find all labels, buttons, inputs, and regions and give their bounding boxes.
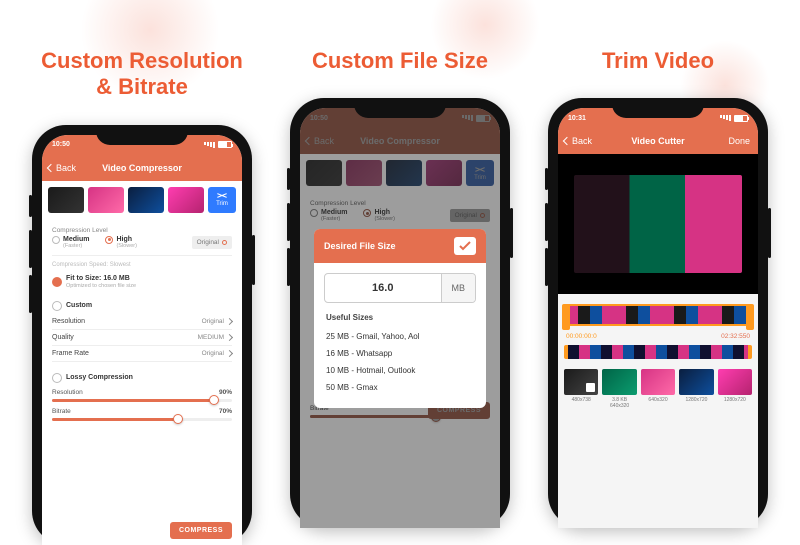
scissors-icon [217, 192, 227, 200]
slider-resolution-label: Resolution [52, 389, 83, 396]
clip-caption: 640x320 [641, 397, 675, 403]
useful-sizes-label: Useful Sizes [326, 313, 474, 322]
compress-button[interactable]: COMPRESS [170, 522, 232, 539]
thumb-3[interactable] [128, 187, 164, 213]
trim-handle-left[interactable] [562, 304, 570, 330]
file-size-input[interactable]: 16.0 MB [324, 273, 476, 303]
nav-bar: Back Video Cutter Done [558, 128, 758, 154]
clip-card[interactable]: 640x320 [641, 369, 675, 409]
preview-frame [574, 175, 742, 273]
useful-size-item[interactable]: 50 MB - Gmax [326, 379, 474, 396]
row-resolution[interactable]: Resolution Original [52, 314, 232, 330]
nav-title: Video Compressor [102, 163, 182, 173]
chevron-right-icon [226, 350, 233, 357]
custom-label: Custom [66, 302, 232, 309]
slider-bitrate-value: 70% [219, 408, 232, 415]
chevron-left-icon [563, 137, 571, 145]
file-size-unit: MB [441, 274, 476, 302]
radio-high[interactable]: High(Slower) [105, 236, 136, 249]
clip-caption: 480x738 [564, 397, 598, 403]
original-label: Original [197, 239, 219, 246]
slider-resolution-value: 90% [219, 389, 232, 396]
quality-value: MEDIUM [198, 334, 224, 341]
done-button[interactable]: Done [728, 136, 750, 146]
chevron-left-icon [47, 164, 55, 172]
useful-size-item[interactable]: 25 MB - Gmail, Yahoo, Aol [326, 328, 474, 345]
fit-size-sub: Optimized to chosen file size [66, 283, 136, 289]
back-label: Back [56, 163, 76, 173]
radio-high-sub: (Slower) [116, 243, 136, 249]
trim-label: Trim [216, 201, 228, 207]
speed-note: Compression Speed: Slowest [52, 262, 232, 268]
fit-size-radio[interactable] [52, 277, 62, 287]
clip-caption: 3.8 KB 640x320 [602, 397, 636, 409]
check-icon [459, 241, 471, 251]
back-button[interactable]: Back [48, 163, 76, 173]
thumbnail-strip: Trim [42, 181, 242, 219]
trim-start-time: 00:00:00:0 [566, 333, 597, 340]
clips-timeline[interactable] [564, 345, 752, 359]
original-button[interactable]: Original [192, 236, 232, 249]
status-time: 10:31 [568, 115, 586, 122]
framerate-value: Original [202, 350, 224, 357]
slider-bitrate[interactable]: Bitrate 70% [52, 405, 232, 424]
row-framerate[interactable]: Frame Rate Original [52, 346, 232, 362]
showcase-col-2: Custom File Size 10:50 Back Video Compre… [282, 18, 518, 545]
phone-3: 10:31 Back Video Cutter Done 00:00:00:0 … [548, 98, 768, 528]
clip-caption: 1280x720 [679, 397, 713, 403]
resolution-value: Original [202, 318, 224, 325]
thumb-1[interactable] [48, 187, 84, 213]
file-size-modal: Desired File Size 16.0 MB Useful Sizes 2… [314, 229, 486, 408]
trim-timeline[interactable] [564, 304, 752, 326]
resolution-label: Resolution [52, 318, 85, 325]
clip-caption: 1280x720 [718, 397, 752, 403]
radio-medium[interactable]: Medium(Faster) [52, 236, 89, 249]
framerate-label: Frame Rate [52, 350, 89, 357]
lossy-label: Lossy Compression [66, 374, 232, 381]
modal-confirm-button[interactable] [454, 237, 476, 255]
video-preview[interactable] [558, 154, 758, 294]
trim-handle-right[interactable] [746, 304, 754, 330]
status-time: 10:50 [52, 141, 70, 148]
radio-icon [52, 236, 60, 244]
nav-bar: Back Video Compressor [42, 155, 242, 181]
back-label: Back [572, 136, 592, 146]
clip-grid: 480x738 3.8 KB 640x320 640x320 1280x720 … [558, 369, 758, 409]
radio-icon [222, 240, 227, 245]
useful-size-item[interactable]: 16 MB - Whatsapp [326, 345, 474, 362]
useful-size-item[interactable]: 10 MB - Hotmail, Outlook [326, 362, 474, 379]
modal-title: Desired File Size [324, 241, 396, 251]
radio-medium-label: Medium [63, 236, 89, 243]
nav-title: Video Cutter [631, 136, 684, 146]
slider-bitrate-label: Bitrate [52, 408, 71, 415]
phone-1: 10:50 Back Video Compressor Trim Compres… [32, 125, 252, 545]
chevron-right-icon [226, 318, 233, 325]
clip-card[interactable]: 3.8 KB 640x320 [602, 369, 636, 409]
back-button[interactable]: Back [564, 136, 592, 146]
clip-card[interactable]: 480x738 [564, 369, 598, 409]
clip-card[interactable]: 1280x720 [679, 369, 713, 409]
thumb-4[interactable] [168, 187, 204, 213]
custom-radio[interactable] [52, 301, 62, 311]
phone-2: 10:50 Back Video Compressor Trim Compres… [290, 98, 510, 528]
thumb-2[interactable] [88, 187, 124, 213]
chevron-right-icon [226, 334, 233, 341]
fit-size-label: Fit to Size: 16.0 MB [66, 275, 130, 282]
compression-level-label: Compression Level [52, 227, 232, 234]
lossy-radio[interactable] [52, 373, 62, 383]
file-size-value: 16.0 [325, 274, 441, 302]
radio-icon [105, 236, 113, 244]
radio-medium-sub: (Faster) [63, 243, 89, 249]
clip-card[interactable]: 1280x720 [718, 369, 752, 409]
modal-overlay: Desired File Size 16.0 MB Useful Sizes 2… [300, 108, 500, 528]
row-quality[interactable]: Quality MEDIUM [52, 330, 232, 346]
slider-resolution[interactable]: Resolution 90% [52, 386, 232, 405]
quality-label: Quality [52, 334, 74, 341]
trim-button[interactable]: Trim [208, 187, 236, 213]
radio-high-label: High [116, 236, 132, 243]
trim-end-time: 02:32:550 [721, 333, 750, 340]
